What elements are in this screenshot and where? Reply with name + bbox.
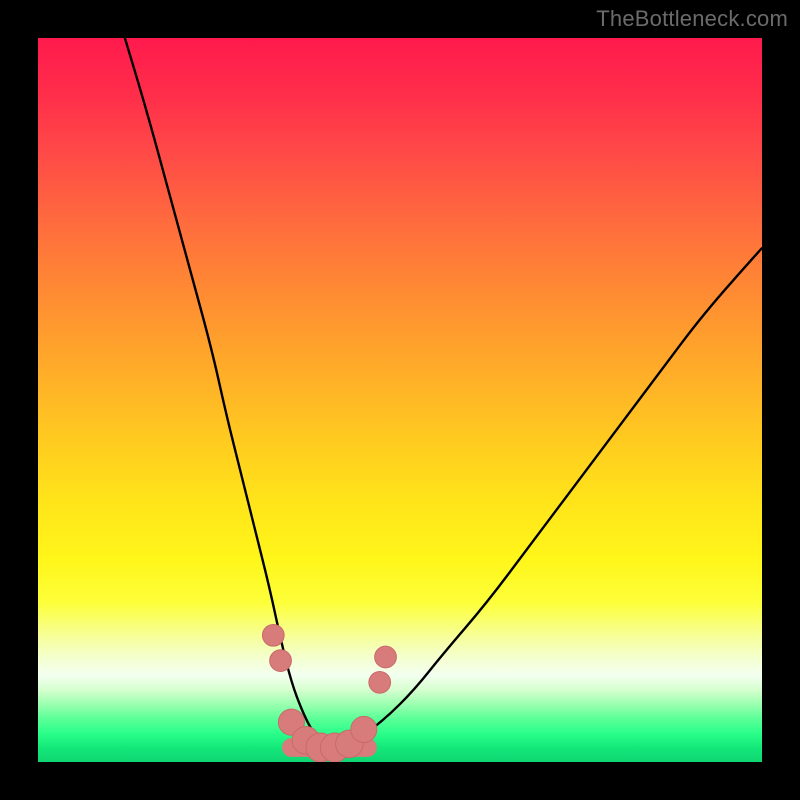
- plot-area: [38, 38, 762, 762]
- curve-marker: [369, 672, 391, 694]
- chart-svg: [38, 38, 762, 762]
- curve-marker: [262, 624, 284, 646]
- curve-marker: [351, 716, 377, 742]
- chart-frame: TheBottleneck.com: [0, 0, 800, 800]
- watermark-text: TheBottleneck.com: [596, 6, 788, 32]
- curve-marker: [270, 650, 292, 672]
- bottleneck-curve: [125, 38, 762, 748]
- curve-marker: [375, 646, 397, 668]
